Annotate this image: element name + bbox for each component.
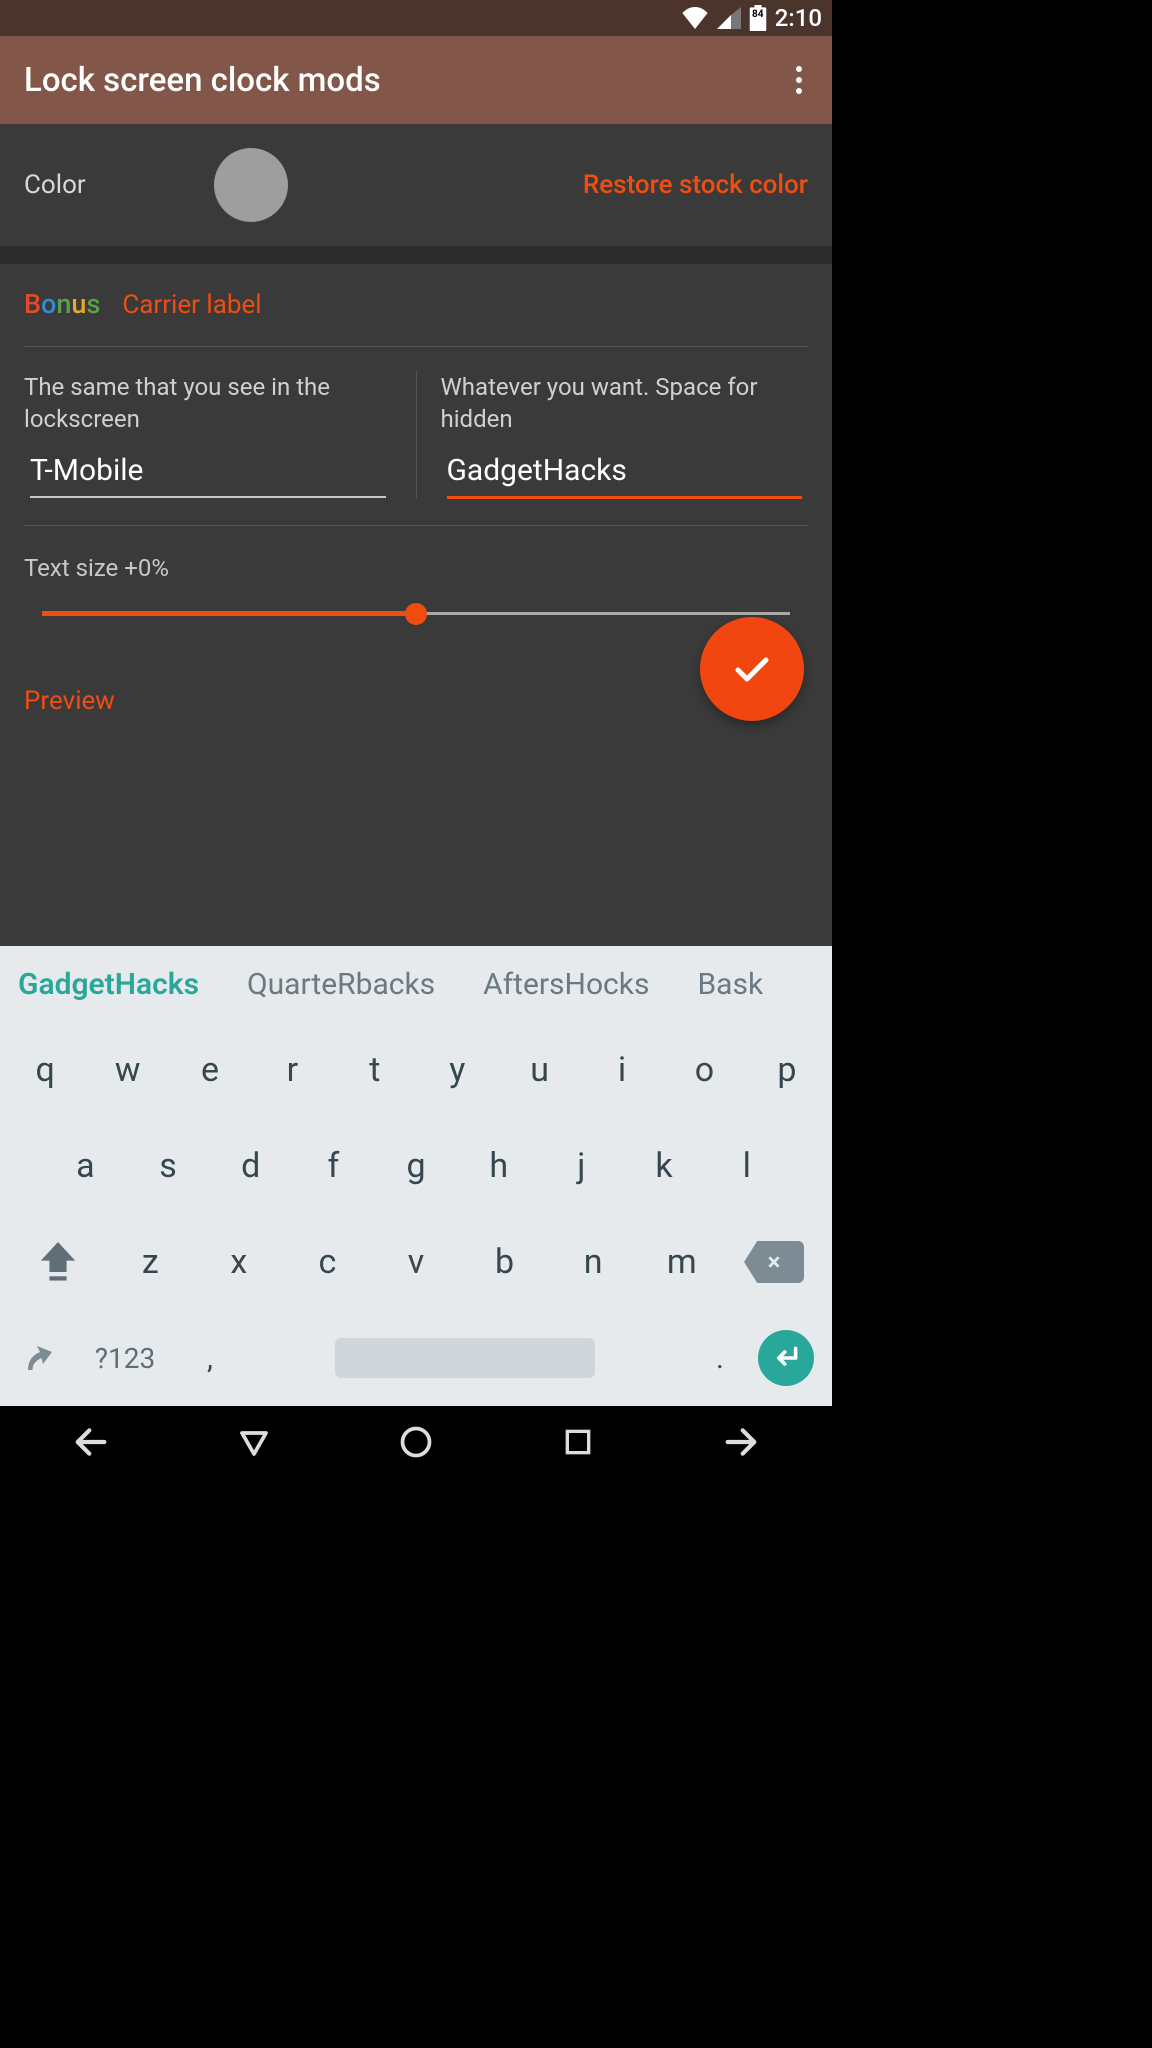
enter-icon [771,1346,801,1370]
key-c[interactable]: c [283,1242,372,1282]
key-t[interactable]: t [334,1050,416,1090]
key-comma[interactable]: , [180,1341,240,1376]
key-k[interactable]: k [623,1146,706,1186]
suggestion-item[interactable]: QuarteRbacks [247,967,435,1002]
key-p[interactable]: p [746,1050,828,1090]
key-x[interactable]: x [195,1242,284,1282]
suggestion-item[interactable]: GadgetHacks [18,967,199,1002]
key-n[interactable]: n [549,1242,638,1282]
key-space[interactable] [240,1338,690,1378]
nav-prev-button[interactable] [61,1412,121,1472]
nav-home-button[interactable] [386,1412,446,1472]
app-bar: Lock screen clock mods [0,36,832,124]
apply-fab[interactable] [700,617,804,721]
back-icon [236,1424,272,1460]
nav-recent-button[interactable] [548,1412,608,1472]
key-symbols[interactable]: ?123 [70,1342,180,1375]
check-icon [728,645,776,693]
preview-title: Preview [24,686,808,716]
key-e[interactable]: e [169,1050,251,1090]
carrier-custom-description: Whatever you want. Space for hidden [441,371,809,441]
key-backspace[interactable]: × [726,1241,822,1283]
swype-icon [22,1340,58,1376]
text-size-slider[interactable] [42,600,790,628]
restore-stock-color-button[interactable]: Restore stock color [583,170,808,200]
home-icon [398,1424,434,1460]
key-j[interactable]: j [540,1146,623,1186]
soft-keyboard: GadgetHacks QuarteRbacks AftersHocks Bas… [0,946,832,1406]
color-section: Color Restore stock color [0,124,832,246]
key-m[interactable]: m [637,1242,726,1282]
key-g[interactable]: g [375,1146,458,1186]
text-size-label: Text size +0% [24,554,808,582]
key-o[interactable]: o [663,1050,745,1090]
key-w[interactable]: w [86,1050,168,1090]
key-enter[interactable] [750,1330,822,1386]
carrier-current-input[interactable]: T-Mobile [24,451,392,496]
key-z[interactable]: z [106,1242,195,1282]
key-i[interactable]: i [581,1050,663,1090]
carrier-custom-input[interactable]: GadgetHacks [441,451,809,496]
content-area: Color Restore stock color Bonus Carrier … [0,124,832,946]
wifi-icon [681,7,709,29]
key-v[interactable]: v [372,1242,461,1282]
key-u[interactable]: u [498,1050,580,1090]
overflow-menu-button[interactable] [790,60,808,100]
nav-back-button[interactable] [224,1412,284,1472]
key-l[interactable]: l [705,1146,788,1186]
recent-icon [562,1426,594,1458]
navigation-bar [0,1406,832,1478]
preview-section: Preview [0,662,832,946]
nav-next-button[interactable] [711,1412,771,1472]
carrier-current-description: The same that you see in the lockscreen [24,371,392,441]
key-d[interactable]: d [209,1146,292,1186]
arrow-right-icon [721,1422,761,1462]
backspace-icon: × [744,1241,804,1283]
key-f[interactable]: f [292,1146,375,1186]
color-swatch[interactable] [214,148,288,222]
page-title: Lock screen clock mods [24,61,381,100]
key-swype[interactable] [10,1340,70,1376]
key-s[interactable]: s [127,1146,210,1186]
suggestion-bar: GadgetHacks QuarteRbacks AftersHocks Bas… [0,946,832,1022]
carrier-label-title: Carrier label [122,290,261,320]
battery-icon: 84 [749,5,767,31]
key-period[interactable]: . [690,1341,750,1376]
key-q[interactable]: q [4,1050,86,1090]
signal-icon [717,7,741,29]
shift-icon [40,1242,76,1282]
key-r[interactable]: r [251,1050,333,1090]
suggestion-item[interactable]: Bask [697,967,763,1002]
key-a[interactable]: a [44,1146,127,1186]
bonus-label: Bonus [24,288,100,320]
arrow-left-icon [71,1422,111,1462]
carrier-label-section: Bonus Carrier label The same that you se… [0,264,832,662]
status-time: 2:10 [775,4,822,32]
suggestion-item[interactable]: AftersHocks [483,967,649,1002]
key-shift[interactable] [10,1242,106,1282]
key-h[interactable]: h [457,1146,540,1186]
key-b[interactable]: b [460,1242,549,1282]
status-bar: 84 2:10 [0,0,832,36]
key-y[interactable]: y [416,1050,498,1090]
color-label: Color [24,170,214,200]
